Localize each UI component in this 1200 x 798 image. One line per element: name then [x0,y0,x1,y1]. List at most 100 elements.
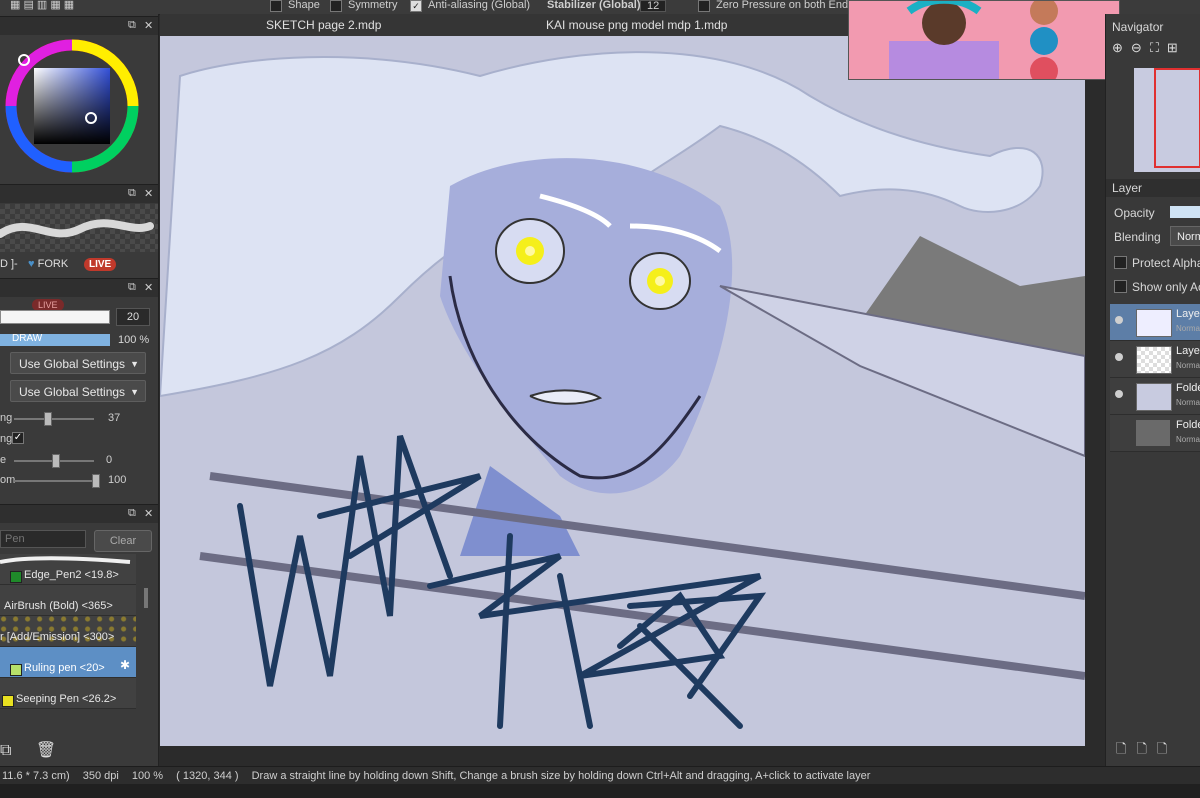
panel-float-icon[interactable]: ⧉ [128,507,136,520]
setting4-value: 100 [108,474,127,486]
brush-list: Edge_Pen2 <19.8> AirBrush (Bold) <365> r… [0,554,148,739]
visibility-icon[interactable] [1115,390,1123,398]
setting4-track[interactable] [14,480,94,482]
panel-float-icon[interactable]: ⧉ [128,19,136,32]
opacity-label: Opacity [1114,206,1155,220]
tab-kai-mouse[interactable]: KAI mouse png model mdp 1.mdp [538,14,778,36]
folder-row[interactable]: Folde Norma [1110,378,1200,415]
layer-panel-header: Layer [1106,179,1200,197]
zero-pressure-checkbox[interactable] [698,0,710,12]
drawing-canvas[interactable] [160,36,1085,746]
brush-search-input[interactable] [0,530,86,548]
artwork [160,36,1085,746]
color-wheel[interactable] [4,38,144,178]
folder-row[interactable]: Folde Norma [1110,415,1200,452]
layer-row[interactable]: Laye Norma [1110,341,1200,378]
symmetry-toggle[interactable]: Symmetry [330,0,398,14]
setting4-knob[interactable] [92,474,100,488]
setting1-label: ng [0,412,13,424]
antialias-label: Anti-aliasing (Global) [428,0,531,11]
setting1-track[interactable] [14,418,94,420]
layer-title: Layer [1112,181,1143,195]
brush-list-footer: ⧉ 🗑 [0,740,56,760]
brush-item-label: Edge_Pen2 <19.8> [24,569,119,581]
setting3-knob[interactable] [52,454,60,468]
layer-mode: Norma [1176,361,1200,370]
panel-float-icon[interactable]: ⧉ [128,281,136,294]
global-settings-dropdown-1[interactable]: Use Global Settings ▼ [10,352,146,374]
panel-close-icon[interactable]: ✕ [144,507,153,520]
brush-list-scrollbar[interactable] [144,588,148,608]
antialias-toggle[interactable]: Anti-aliasing (Global) [410,0,530,14]
panel-float-icon[interactable]: ⧉ [128,187,136,200]
global-settings-dropdown-2[interactable]: Use Global Settings ▼ [10,380,146,402]
new-layer-icon[interactable]: 🗋 [1116,741,1136,756]
setting1-knob[interactable] [44,412,52,426]
heart-icon: ♥ [28,258,35,270]
fork-badge[interactable]: ♥ FORK [28,258,68,270]
layer-mode: Norma [1176,324,1200,333]
panel-close-icon[interactable]: ✕ [144,19,153,32]
stabilizer-select[interactable]: 12 [640,0,667,14]
brush-settings-header: ⧉ ✕ [0,278,158,297]
copy-brush-icon[interactable]: ⧉ [0,742,11,759]
zoom-in-icon[interactable]: ⊕ [1112,40,1131,55]
status-bar: 11.6 * 7.3 cm) 350 dpi 100 % ( 1320, 344… [0,766,1200,785]
navigator-viewport[interactable] [1154,68,1200,168]
clear-button[interactable]: Clear [94,530,152,552]
duplicate-layer-icon[interactable]: 🗋 [1157,741,1177,756]
navigator-toolbar: ⊕⊖⛶⊞ [1112,40,1186,56]
brush-item-edge-pen2[interactable]: Edge_Pen2 <19.8> [0,554,136,585]
fit-icon[interactable]: ⛶ [1150,40,1167,55]
chevron-down-icon: ▼ [130,359,139,369]
draw-opacity-slider[interactable]: DRAW [0,333,110,346]
panel-close-icon[interactable]: ✕ [144,187,153,200]
layer-thumbnail [1136,346,1172,374]
canvas-size: 11.6 * 7.3 cm) [2,770,70,782]
folder-thumbnail [1136,383,1172,411]
protect-alpha-checkbox[interactable] [1114,256,1127,269]
zero-pressure-label: Zero Pressure on both End [716,0,849,11]
delete-brush-icon[interactable]: 🗑 [36,742,56,759]
brush-item-ruling-pen[interactable]: Ruling pen <20> [0,647,136,678]
zoom-out-icon[interactable]: ⊖ [1131,40,1150,55]
setting2-checkbox[interactable]: ✓ [12,432,24,444]
live-badge[interactable]: LIVE [84,258,117,271]
left-panel: ⧉ ✕ ⧉ ✕ D ]- ♥ FORK LIVE ⧉ ✕ LIVE 20 DRA… [0,14,159,766]
tab-sketch-page-2[interactable]: SKETCH page 2.mdp [258,14,458,36]
shape-checkbox[interactable] [270,0,282,12]
navigator-title: Navigator [1112,20,1164,34]
blending-dropdown[interactable]: Norm [1170,226,1200,246]
visibility-icon[interactable] [1115,353,1123,361]
symmetry-checkbox[interactable] [330,0,342,12]
brush-color-swatch [10,571,22,583]
brush-size-slider[interactable] [0,310,110,324]
actual-size-icon[interactable]: ⊞ [1167,40,1186,55]
reference-image-panel[interactable] [848,0,1120,80]
canvas-dpi: 350 dpi [82,770,119,782]
folder-mode: Norma [1176,435,1200,444]
symmetry-label: Symmetry [348,0,398,11]
shape-toggle[interactable]: Shape [270,0,320,14]
protect-alpha-label: Protect Alpha [1132,256,1200,270]
folder-icon [1136,420,1170,446]
panel-close-icon[interactable]: ✕ [144,281,153,294]
brush-item-airbrush-bold[interactable]: AirBrush (Bold) <365> [0,585,136,616]
zero-pressure-toggle[interactable]: Zero Pressure on both End [698,0,848,14]
brush-list-header: ⧉ ✕ [0,504,158,523]
brush-item-label: r [Add/Emission] <300> [0,631,115,643]
brush-item-seeping-pen[interactable]: Seeping Pen <26.2> [0,678,136,709]
brush-color-swatch [10,664,22,676]
navigator-preview[interactable] [1134,68,1200,172]
brush-size-value[interactable]: 20 [116,308,150,326]
show-only-label: Show only Ac [1132,280,1200,294]
gear-icon[interactable]: ✱ [120,658,130,672]
new-folder-icon[interactable]: 🗋 [1136,741,1156,756]
layer-row[interactable]: Laye Norma [1110,304,1200,341]
show-only-checkbox[interactable] [1114,280,1127,293]
antialias-checkbox[interactable] [410,0,422,12]
visibility-icon[interactable] [1115,316,1123,324]
layer-opacity-slider[interactable] [1170,206,1200,218]
brush-item-add-emission[interactable]: r [Add/Emission] <300> [0,616,136,647]
grid-icons[interactable]: ▦ ▤ ▥ ▦ ▦ [10,0,74,14]
